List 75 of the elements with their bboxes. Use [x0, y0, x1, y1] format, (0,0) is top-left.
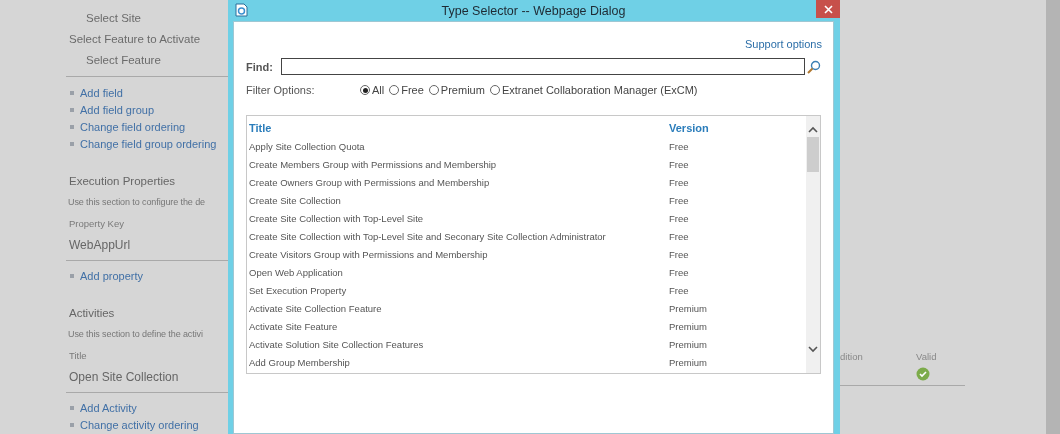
section-description: Use this section to define the activi [67, 327, 204, 341]
type-version: Free [669, 284, 690, 296]
column-header: Version [669, 122, 710, 134]
page-icon [235, 3, 248, 17]
bullet-icon [70, 142, 74, 146]
section-title: Execution Properties [68, 173, 177, 189]
type-version: Free [669, 212, 690, 224]
column-header: Valid [916, 351, 937, 362]
column-header: Title [249, 122, 273, 134]
type-version: Free [669, 158, 690, 170]
type-title[interactable]: Create Visitors Group with Permissions and Membership [249, 248, 669, 260]
window-title: Type Selector -- Webpage Dialog [441, 3, 626, 18]
field-value: Open Site Collection [68, 368, 180, 386]
type-version: Free [669, 230, 690, 242]
type-title[interactable]: Create Site Collection with Top-Level Site and Seconary Site Collection Administrator [249, 230, 669, 242]
type-title[interactable]: Create Owners Group with Permissions and Membership [249, 176, 669, 188]
page-scrollbar[interactable] [1046, 0, 1060, 434]
type-version: Free [669, 194, 690, 206]
radio-icon[interactable] [489, 85, 500, 95]
scroll-thumb[interactable] [807, 137, 819, 172]
find-label: Find: [246, 60, 273, 73]
field-label: Title [68, 348, 88, 363]
action-link[interactable]: Add Activity [80, 402, 137, 415]
type-title[interactable]: Activate Solution Site Collection Features [249, 338, 669, 350]
action-link[interactable]: Add property [80, 270, 143, 283]
action-link[interactable]: Change activity ordering [80, 419, 199, 432]
type-title[interactable]: Create Site Collection with Top-Level Site [249, 212, 669, 224]
type-version: Premium [669, 320, 708, 332]
filter-radio[interactable]: Premium [428, 84, 485, 96]
type-title[interactable]: Add Group Membership [249, 356, 669, 368]
close-button[interactable] [816, 0, 840, 18]
bullet-icon [70, 274, 74, 279]
field-label: Property Key [68, 216, 125, 231]
bullet-icon [70, 406, 74, 411]
filter-radio[interactable]: Free [389, 84, 424, 96]
support-link[interactable]: Support options [744, 38, 822, 50]
type-version: Free [669, 266, 690, 278]
type-title[interactable]: Create Members Group with Permissions and Membership [249, 158, 669, 170]
type-title[interactable]: Set Execution Property [249, 284, 669, 296]
type-title[interactable]: Apply Site Collection Quota [249, 140, 669, 152]
close-icon[interactable] [823, 4, 833, 14]
radio-icon[interactable] [389, 85, 400, 95]
type-version: Free [669, 140, 690, 152]
search-icon [807, 59, 821, 74]
type-title[interactable]: Open Web Application [249, 266, 669, 278]
type-version: Premium [669, 356, 708, 368]
type-title[interactable]: Activate Site Collection Feature [249, 302, 669, 314]
step-label: Select Site [85, 11, 142, 26]
action-link[interactable]: Change field ordering [80, 120, 186, 133]
radio-icon[interactable] [360, 85, 370, 95]
section-title: Activities [68, 305, 116, 321]
radio-icon[interactable] [428, 85, 439, 95]
find-field[interactable] [280, 58, 805, 75]
filter-label: Filter Options: [246, 84, 316, 96]
bullet-icon [70, 107, 74, 112]
type-title[interactable]: Create Site Collection [249, 194, 669, 206]
step-label: Select Feature to Activate [68, 32, 202, 47]
scrollbar[interactable] [806, 116, 820, 373]
bullet-icon [70, 124, 74, 129]
type-version: Free [669, 248, 690, 260]
step-label: Select Feature [85, 53, 162, 68]
action-link[interactable]: Add field [80, 86, 123, 99]
type-version: Premium [669, 338, 708, 350]
bullet-icon [70, 423, 74, 428]
action-link[interactable]: Change field group ordering [80, 138, 217, 150]
filter-radio[interactable]: Extranet Collaboration Manager (ExCM) [489, 84, 698, 96]
field-value: WebAppUrl [68, 236, 132, 254]
type-version: Premium [669, 302, 708, 314]
bullet-icon [70, 90, 74, 95]
type-version: Free [669, 176, 690, 188]
column-header: dition [840, 351, 864, 362]
section-description: Use this section to configure the de [67, 195, 206, 209]
filter-radio[interactable]: All [360, 84, 385, 96]
type-title[interactable]: Activate Site Feature [249, 320, 669, 332]
action-link[interactable]: Add field group [80, 103, 154, 116]
